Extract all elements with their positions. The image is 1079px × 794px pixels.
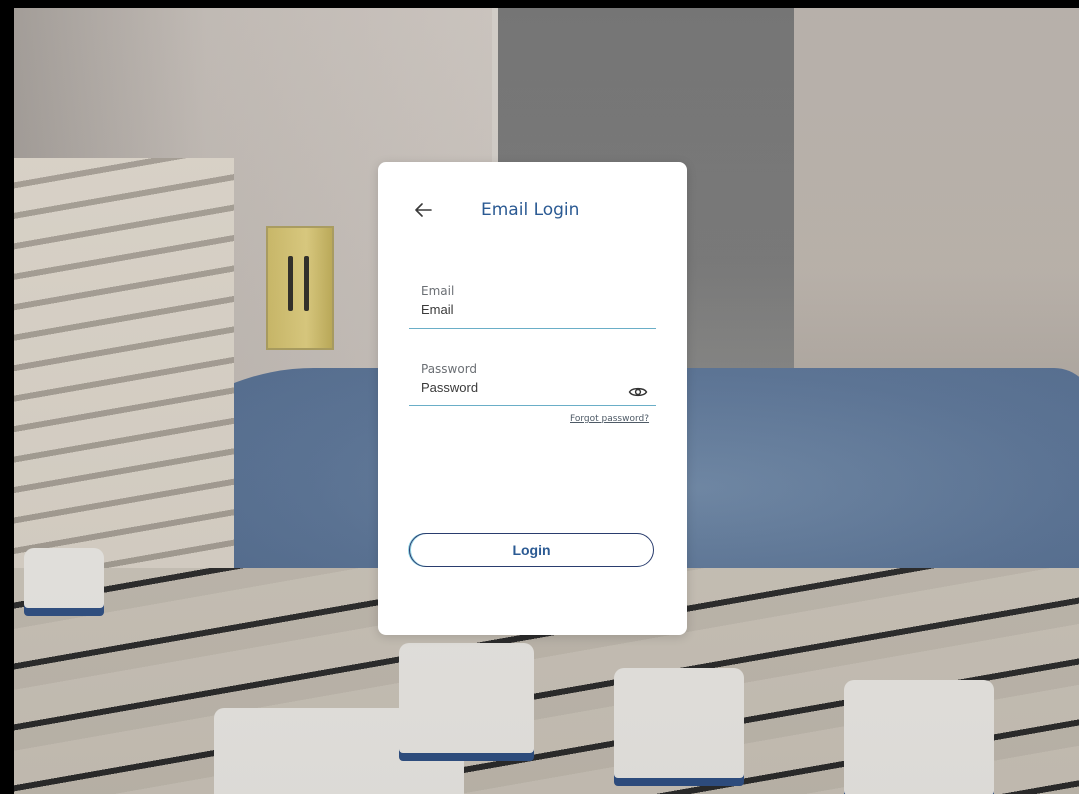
email-label: Email bbox=[421, 284, 455, 298]
password-input[interactable] bbox=[421, 380, 621, 395]
email-input[interactable] bbox=[421, 302, 621, 317]
arrow-left-icon bbox=[415, 203, 432, 217]
login-button[interactable]: Login bbox=[409, 533, 654, 567]
background-scene: Email Login Email Password Forgot passwo… bbox=[0, 0, 1079, 794]
page-title: Email Login bbox=[481, 200, 580, 220]
back-button[interactable] bbox=[411, 198, 435, 222]
forgot-password-link[interactable]: Forgot password? bbox=[570, 414, 649, 424]
eye-icon[interactable] bbox=[628, 385, 648, 399]
password-label: Password bbox=[421, 362, 478, 376]
email-field: Email bbox=[409, 283, 656, 329]
login-card: Email Login Email Password Forgot passwo… bbox=[378, 162, 687, 635]
password-field: Password bbox=[409, 361, 656, 406]
